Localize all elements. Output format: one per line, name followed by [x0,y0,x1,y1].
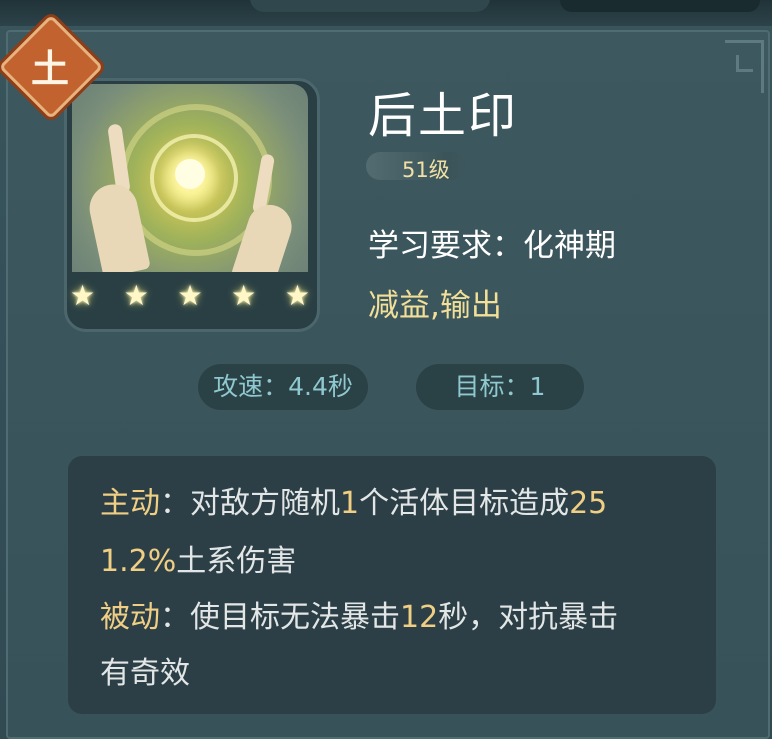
skill-level: 51级 [402,158,450,182]
star-icon: ★ [123,279,149,312]
top-tab-right [560,0,760,12]
element-badge-label: 土 [30,46,69,91]
passive-text-b: 秒，对抗暴击 [438,600,619,635]
star-icon: ★ [231,279,257,312]
star-icon: ★ [70,279,96,312]
active-num-b: 25 [569,486,608,521]
active-text-a: ：对敌方随机 [160,486,340,521]
active-text-b: 个活体目标造成 [359,486,570,521]
skill-name: 后土印 [368,88,519,144]
skill-art-icon [72,84,308,272]
passive-label: 被动 [100,600,160,635]
star-icon: ★ [284,279,310,312]
active-effect-line-2: 1.2%土系伤害 [100,536,296,580]
top-strip [0,0,772,26]
active-num-c: 1.2% [100,544,177,579]
target-count-badge: 目标：1 [416,364,584,410]
passive-effect-line-2: 有奇效 [100,648,190,692]
art-glow-core [175,159,205,189]
passive-num: 12 [400,600,439,635]
active-label: 主动 [100,486,160,521]
active-effect-line-1: 主动：对敌方随机1个活体目标造成25 [100,478,607,522]
attack-speed-badge: 攻速：4.4秒 [198,364,368,410]
active-num-a: 1 [340,486,360,521]
star-rating: ★ ★ ★ ★ ★ [70,282,310,310]
active-text-c: 土系伤害 [176,544,297,579]
passive-text-c: 有奇效 [100,656,190,691]
skill-tags: 减益,输出 [368,288,502,324]
learn-requirement: 学习要求：化神期 [368,228,616,264]
passive-text-a: ：使目标无法暴击 [160,600,400,635]
star-icon: ★ [177,279,203,312]
passive-effect-line-1: 被动：使目标无法暴击12秒，对抗暴击 [100,592,618,636]
corner-ornament-icon [725,40,764,93]
top-tab-left [250,0,490,12]
